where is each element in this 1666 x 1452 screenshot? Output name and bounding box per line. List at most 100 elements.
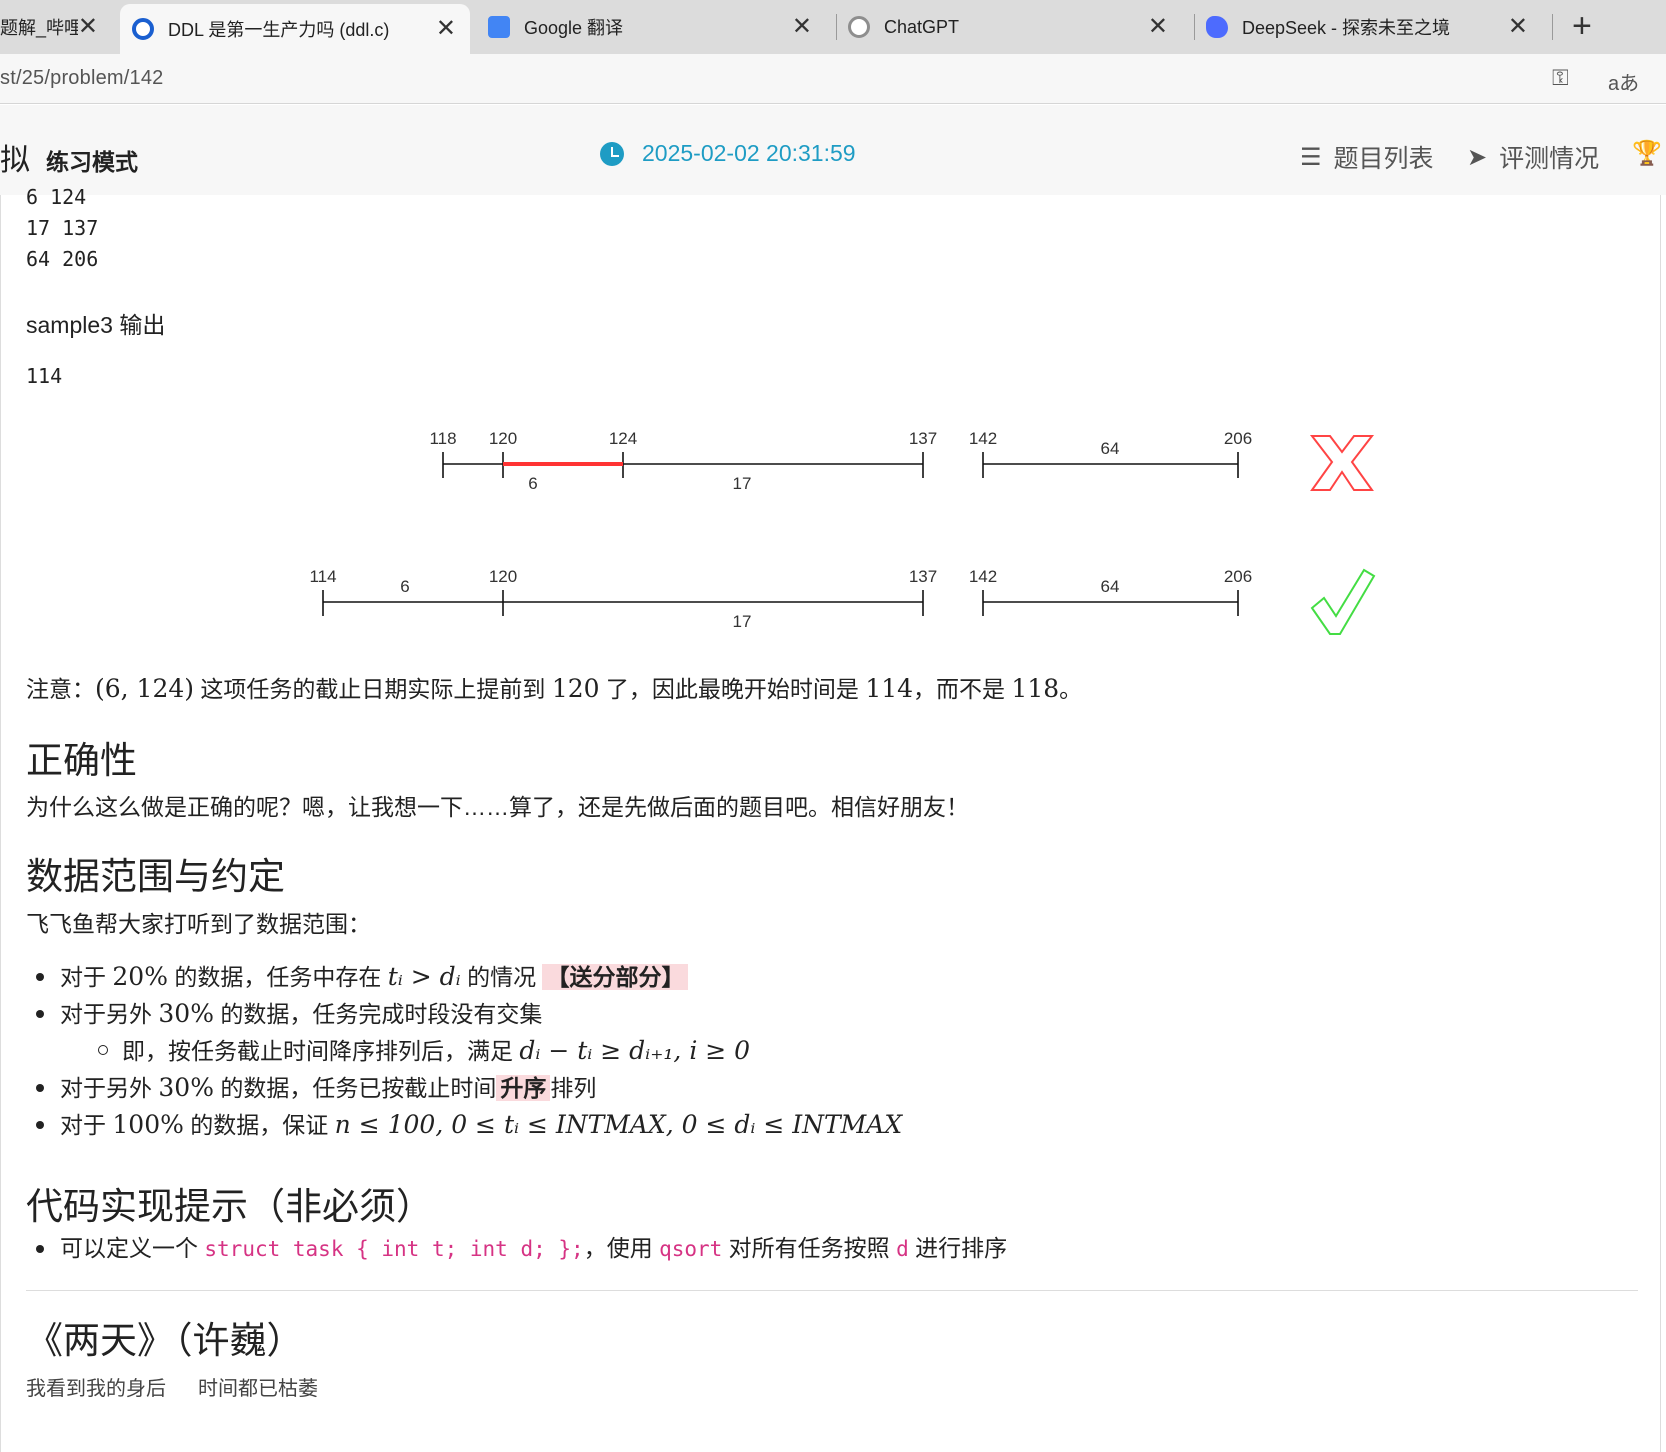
math-value: 120 (551, 674, 600, 703)
tab-divider (836, 14, 837, 40)
list-icon: ☰ (1300, 143, 1322, 171)
math-value: 30% (158, 1073, 214, 1102)
translate-icon[interactable]: aあ (1608, 67, 1639, 96)
clock-icon (600, 142, 624, 166)
nav-label: 评测情况 (1499, 145, 1600, 173)
close-tab-icon[interactable]: ✕ (1148, 15, 1168, 39)
section-title-range: 数据范围与约定 (26, 856, 285, 897)
list-text: 的数据，保证 (183, 1112, 335, 1138)
tab-title: DeepSeek - 探索未至之境 (1242, 18, 1451, 38)
tab-title: ChatGPT (884, 16, 960, 37)
hint-list: 可以定义一个 struct task { int t; int d; };，使用… (35, 1230, 1007, 1267)
list-text: 的数据，任务中存在 (167, 964, 388, 990)
key-icon[interactable]: ⚿ (1552, 65, 1569, 91)
list-text: 的数据，任务完成时段没有交集 (213, 1001, 543, 1027)
sample3-output-value: 114 (26, 364, 63, 388)
content-border (1660, 195, 1661, 1452)
segment-label: 17 (733, 612, 752, 631)
list-item: 对于另外 30% 的数据，任务完成时段没有交集 (35, 995, 902, 1032)
segment-label: 64 (1101, 439, 1120, 458)
tab-title: Google 翻译 (524, 18, 624, 38)
sample-input-line: 64 206 (26, 247, 99, 271)
tab-divider (1552, 14, 1553, 40)
list-item: 对于另外 30% 的数据，任务已按截止时间 升序 排列 (35, 1069, 902, 1106)
practice-mode-label: 练习模式 (46, 149, 138, 175)
note-text: 这项任务的截止日期实际上提前到 (194, 676, 552, 702)
new-tab-button[interactable]: + (1572, 6, 1592, 46)
list-text: 对于 (60, 964, 113, 990)
address-bar: st/25/problem/142 ⚿ aあ (0, 54, 1666, 104)
site-brand[interactable]: 拟 (0, 135, 30, 179)
divider (26, 1290, 1638, 1291)
math-expression: dᵢ − tᵢ ≥ dᵢ₊₁, i ≥ 0 (519, 1036, 751, 1065)
tab-deepseek[interactable]: DeepSeek - 探索未至之境 ✕ (1206, 6, 1542, 48)
math-value: 114 (865, 674, 914, 703)
section-title-correctness: 正确性 (26, 740, 137, 781)
list-text: 对于另外 (60, 1001, 159, 1027)
segment-label: 6 (528, 474, 537, 493)
math-value: 100% (112, 1110, 184, 1139)
nav-label: 题目列表 (1333, 145, 1434, 173)
note-paragraph: 注意：(6, 124) 这项任务的截止日期实际上提前到 120 了，因此最晚开始… (26, 670, 1082, 704)
deepseek-favicon-icon (1206, 16, 1228, 38)
list-item: 对于 20% 的数据，任务中存在 tᵢ > dᵢ 的情况 【送分部分】 (35, 958, 902, 995)
list-text: ，使用 (583, 1235, 660, 1261)
close-tab-icon[interactable]: ✕ (1508, 15, 1528, 39)
list-item: 对于 100% 的数据，保证 n ≤ 100, 0 ≤ tᵢ ≤ INTMAX,… (35, 1106, 903, 1143)
content-border (0, 195, 1, 1452)
list-text: 的情况 (460, 964, 543, 990)
close-tab-icon[interactable]: ✕ (78, 15, 98, 39)
tab-divider (1194, 14, 1195, 40)
tick-label: 206 (1224, 429, 1252, 448)
tick-label: 137 (909, 429, 937, 448)
poem-title: 《两天》（许巍） (26, 1320, 304, 1361)
tick-label: 142 (969, 429, 997, 448)
tick-label: 120 (489, 567, 517, 586)
paper-plane-icon: ➤ (1467, 143, 1488, 171)
nav-judge-status[interactable]: ➤ 评测情况 (1467, 139, 1599, 175)
close-tab-icon[interactable]: ✕ (792, 15, 812, 39)
timeline-diagram: 118 120 124 137 142 206 6 17 64 114 120 … (309, 429, 1376, 635)
ddl-favicon-icon (132, 18, 154, 40)
highlight-tag: 【送分部分】 (542, 964, 689, 990)
correctness-text: 为什么这么做是正确的呢？嗯，让我想一下……算了，还是先做后面的题目吧。相信好朋友… (26, 794, 969, 820)
tick-label: 118 (429, 429, 456, 448)
server-time: 2025-02-02 20:31:59 (642, 140, 856, 166)
tick-label: 137 (909, 567, 937, 586)
segment-label: 17 (733, 474, 752, 493)
url-field[interactable]: st/25/problem/142 (0, 67, 164, 90)
close-tab-icon[interactable]: ✕ (436, 17, 456, 41)
inline-code: struct task { int t; int d; }; (204, 1237, 584, 1261)
segment-label: 6 (400, 577, 409, 596)
nav-ranking[interactable]: 🏆 (1632, 139, 1666, 168)
list-item: 可以定义一个 struct task { int t; int d; };，使用… (35, 1230, 1007, 1267)
math-expression: tᵢ > dᵢ (387, 962, 461, 991)
sample-input-line: 6 124 (26, 185, 87, 209)
google-translate-favicon-icon (488, 16, 510, 38)
tab-chatgpt[interactable]: ChatGPT ✕ (848, 6, 1182, 48)
list-text: 的数据，任务已按截止时间 (213, 1075, 497, 1101)
math-expression: n ≤ 100, 0 ≤ tᵢ ≤ INTMAX, 0 ≤ dᵢ ≤ INTMA… (334, 1110, 903, 1139)
nav-problem-list[interactable]: ☰ 题目列表 (1300, 139, 1434, 175)
sample-input-line: 17 137 (26, 216, 99, 240)
math-value: 30% (158, 999, 214, 1028)
note-text: 。 (1059, 676, 1083, 702)
poem-line: 时间都已枯萎 (198, 1376, 318, 1400)
note-text: ，而不是 (913, 676, 1012, 702)
chatgpt-favicon-icon (848, 16, 870, 38)
highlight-tag: 升序 (496, 1075, 551, 1101)
tick-label: 206 (1224, 567, 1252, 586)
list-text: 对于另外 (60, 1075, 159, 1101)
tab-ddl[interactable]: DDL 是第一生产力吗 (ddl.c) ✕ (120, 4, 470, 54)
list-text: 可以定义一个 (60, 1235, 205, 1261)
list-text: 即，按任务截止时间降序排列后，满足 (122, 1038, 520, 1064)
tab-bilibili[interactable]: 题解_哔哩哔 ✕ (0, 6, 112, 48)
math-value: 118 (1011, 674, 1060, 703)
math-pair: (6, 124) (95, 674, 195, 703)
tick-label: 114 (309, 567, 336, 586)
tab-google-translate[interactable]: Google 翻译 ✕ (488, 6, 826, 48)
sample3-output-label: sample3 输出 (26, 312, 166, 338)
inline-code: d (896, 1237, 909, 1261)
tick-label: 142 (969, 567, 997, 586)
segment-label: 64 (1101, 577, 1120, 596)
